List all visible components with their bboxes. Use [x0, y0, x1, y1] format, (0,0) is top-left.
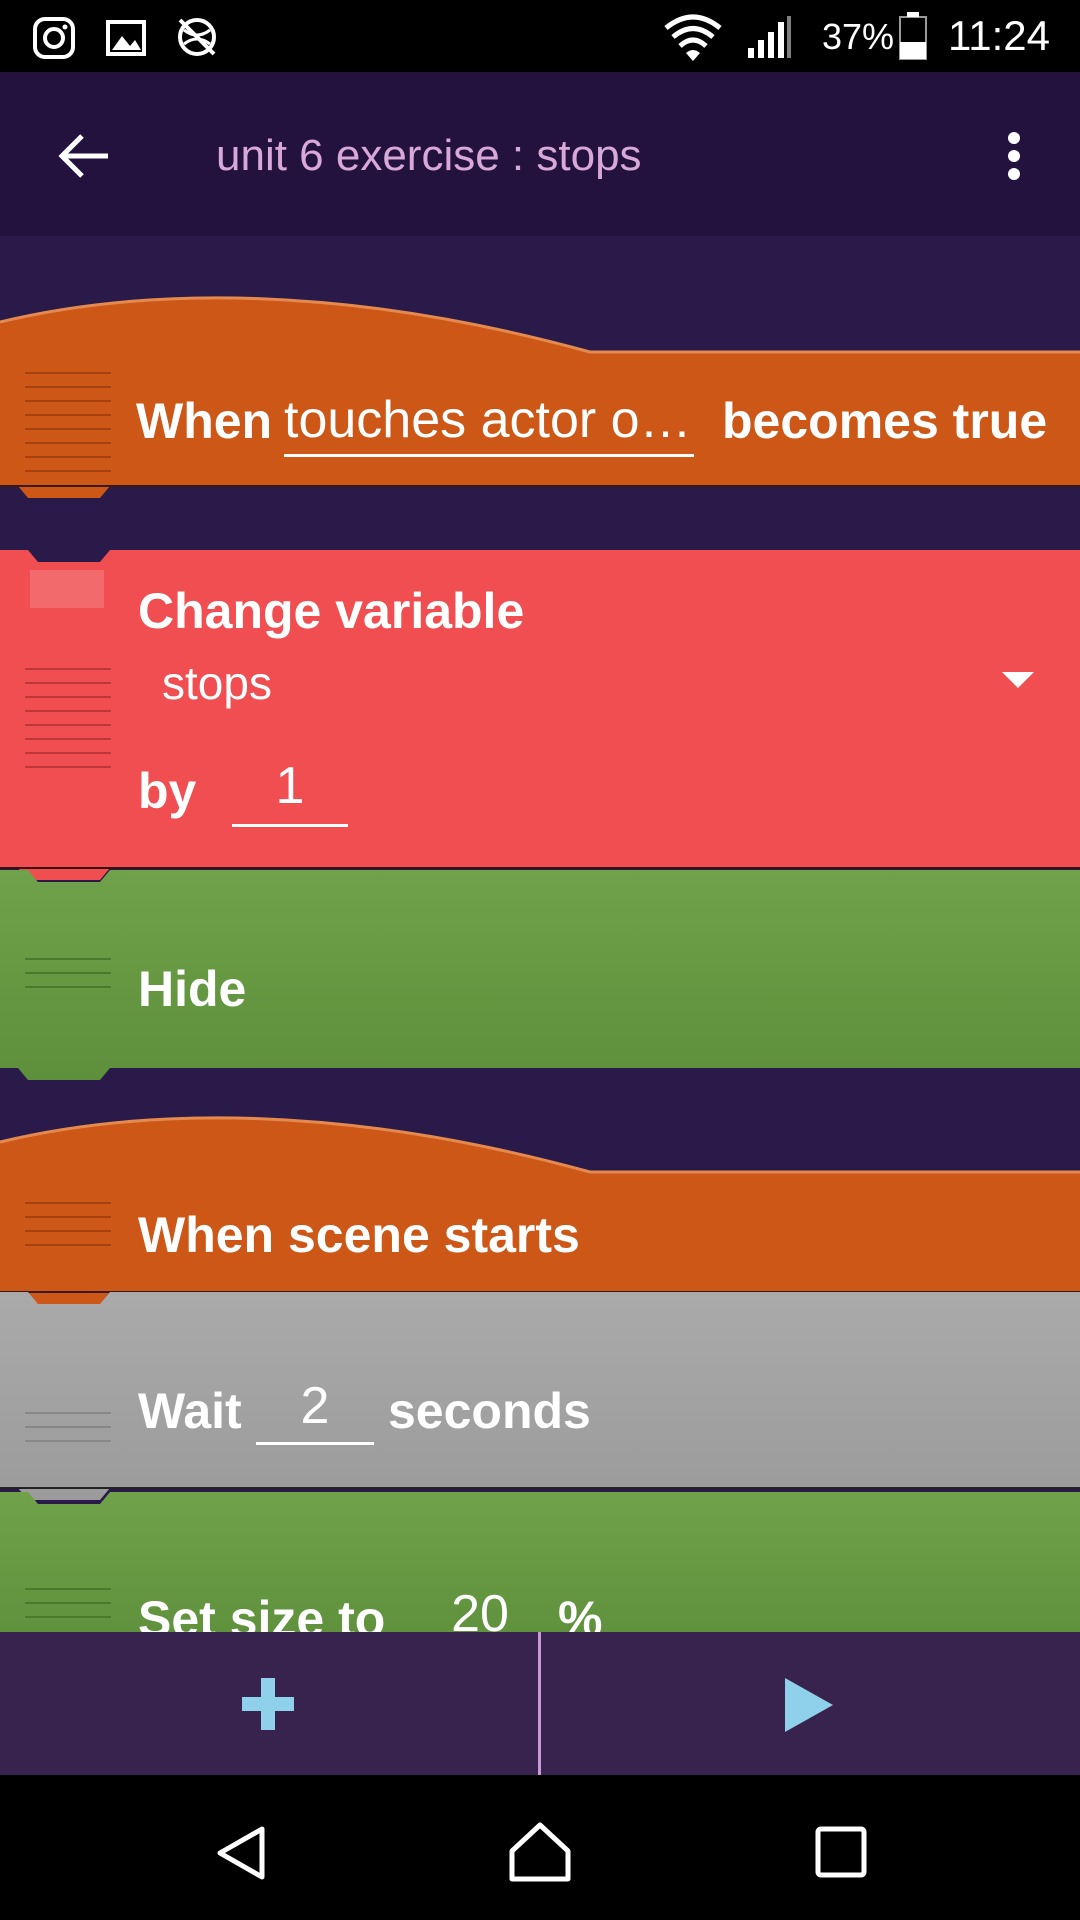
back-arrow-icon[interactable] — [56, 132, 112, 180]
drag-handle-icon[interactable] — [25, 668, 111, 780]
add-block-button[interactable] — [0, 1632, 538, 1775]
drag-handle-icon[interactable] — [25, 1412, 111, 1454]
sync-disabled-icon — [178, 18, 216, 56]
set-size-block[interactable]: Set size to 20 % — [0, 1492, 1080, 1632]
when-condition-block[interactable]: When touches actor o… becomes true — [0, 296, 1080, 544]
play-icon — [785, 1678, 833, 1732]
size-field[interactable]: 20 — [430, 1584, 530, 1632]
battery-percent: 37% — [822, 16, 895, 57]
scene-start-block[interactable]: When scene starts — [0, 1116, 1080, 1316]
plus-icon — [242, 1678, 294, 1730]
nav-back-icon[interactable] — [214, 1825, 268, 1881]
dropdown-arrow-icon[interactable] — [1002, 672, 1034, 690]
change-variable-block[interactable]: Change variable stops by 1 — [0, 550, 1080, 922]
nav-home-icon[interactable] — [508, 1821, 572, 1883]
variable-select[interactable]: stops — [162, 656, 272, 710]
system-nav-bar — [0, 1775, 1080, 1920]
condition-field[interactable]: touches actor o… — [284, 390, 694, 450]
wifi-icon — [664, 14, 722, 61]
amount-underline — [232, 824, 348, 827]
hide-label: Hide — [138, 961, 247, 1017]
seconds-field[interactable]: 2 — [256, 1376, 374, 1436]
overflow-menu-icon[interactable] — [1004, 130, 1024, 182]
condition-underline — [284, 454, 694, 457]
becomes-true-label: becomes true — [722, 393, 1048, 449]
by-label: by — [138, 763, 197, 819]
status-bar: 37% 11:24 — [0, 0, 1080, 72]
change-variable-label: Change variable — [138, 583, 525, 639]
amount-field[interactable]: 1 — [232, 756, 348, 816]
play-button[interactable] — [541, 1632, 1080, 1775]
drag-handle-icon[interactable] — [25, 958, 111, 1000]
nav-recents-icon[interactable] — [814, 1825, 868, 1879]
clock: 11:24 — [948, 12, 1050, 59]
script-canvas[interactable]: When touches actor o… becomes true Chang… — [0, 236, 1080, 1632]
gallery-icon — [106, 20, 146, 56]
drag-handle-icon[interactable] — [25, 1588, 111, 1630]
drag-handle-icon[interactable] — [25, 372, 111, 484]
seconds-underline — [256, 1442, 374, 1445]
scene-start-label: When scene starts — [138, 1207, 580, 1263]
set-size-label: Set size to — [138, 1591, 386, 1632]
instagram-icon — [33, 17, 75, 59]
wait-block[interactable]: Wait 2 seconds — [0, 1292, 1080, 1500]
page-title: unit 6 exercise : stops — [216, 131, 642, 180]
percent-label: % — [558, 1591, 603, 1632]
signal-icon — [748, 16, 791, 58]
drag-handle-icon[interactable] — [25, 1202, 111, 1258]
wait-label: Wait — [138, 1383, 242, 1439]
battery-icon — [899, 12, 927, 60]
when-label: When — [136, 393, 273, 449]
seconds-label: seconds — [388, 1383, 591, 1439]
hide-block[interactable]: Hide — [0, 870, 1080, 1080]
